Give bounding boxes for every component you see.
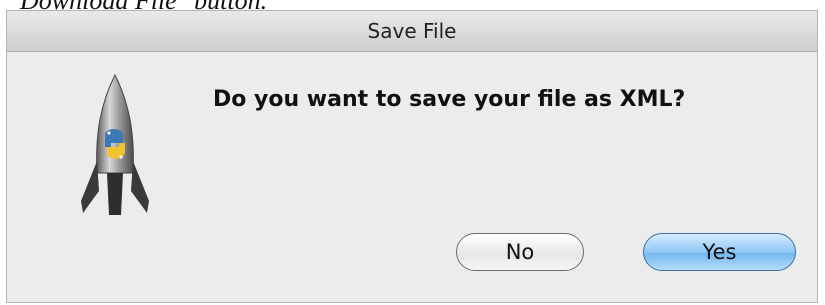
no-button-label: No bbox=[505, 240, 535, 264]
dialog-message: Do you want to save your file as XML? bbox=[213, 87, 686, 112]
dialog-titlebar[interactable]: Save File bbox=[7, 11, 817, 52]
yes-button-label: Yes bbox=[702, 240, 737, 264]
python-rocket-icon bbox=[81, 73, 149, 215]
dialog-title: Save File bbox=[367, 19, 457, 43]
yes-button[interactable]: Yes bbox=[643, 233, 796, 271]
save-file-dialog: Save File Do you want to save your file … bbox=[6, 10, 818, 303]
no-button[interactable]: No bbox=[456, 233, 584, 271]
